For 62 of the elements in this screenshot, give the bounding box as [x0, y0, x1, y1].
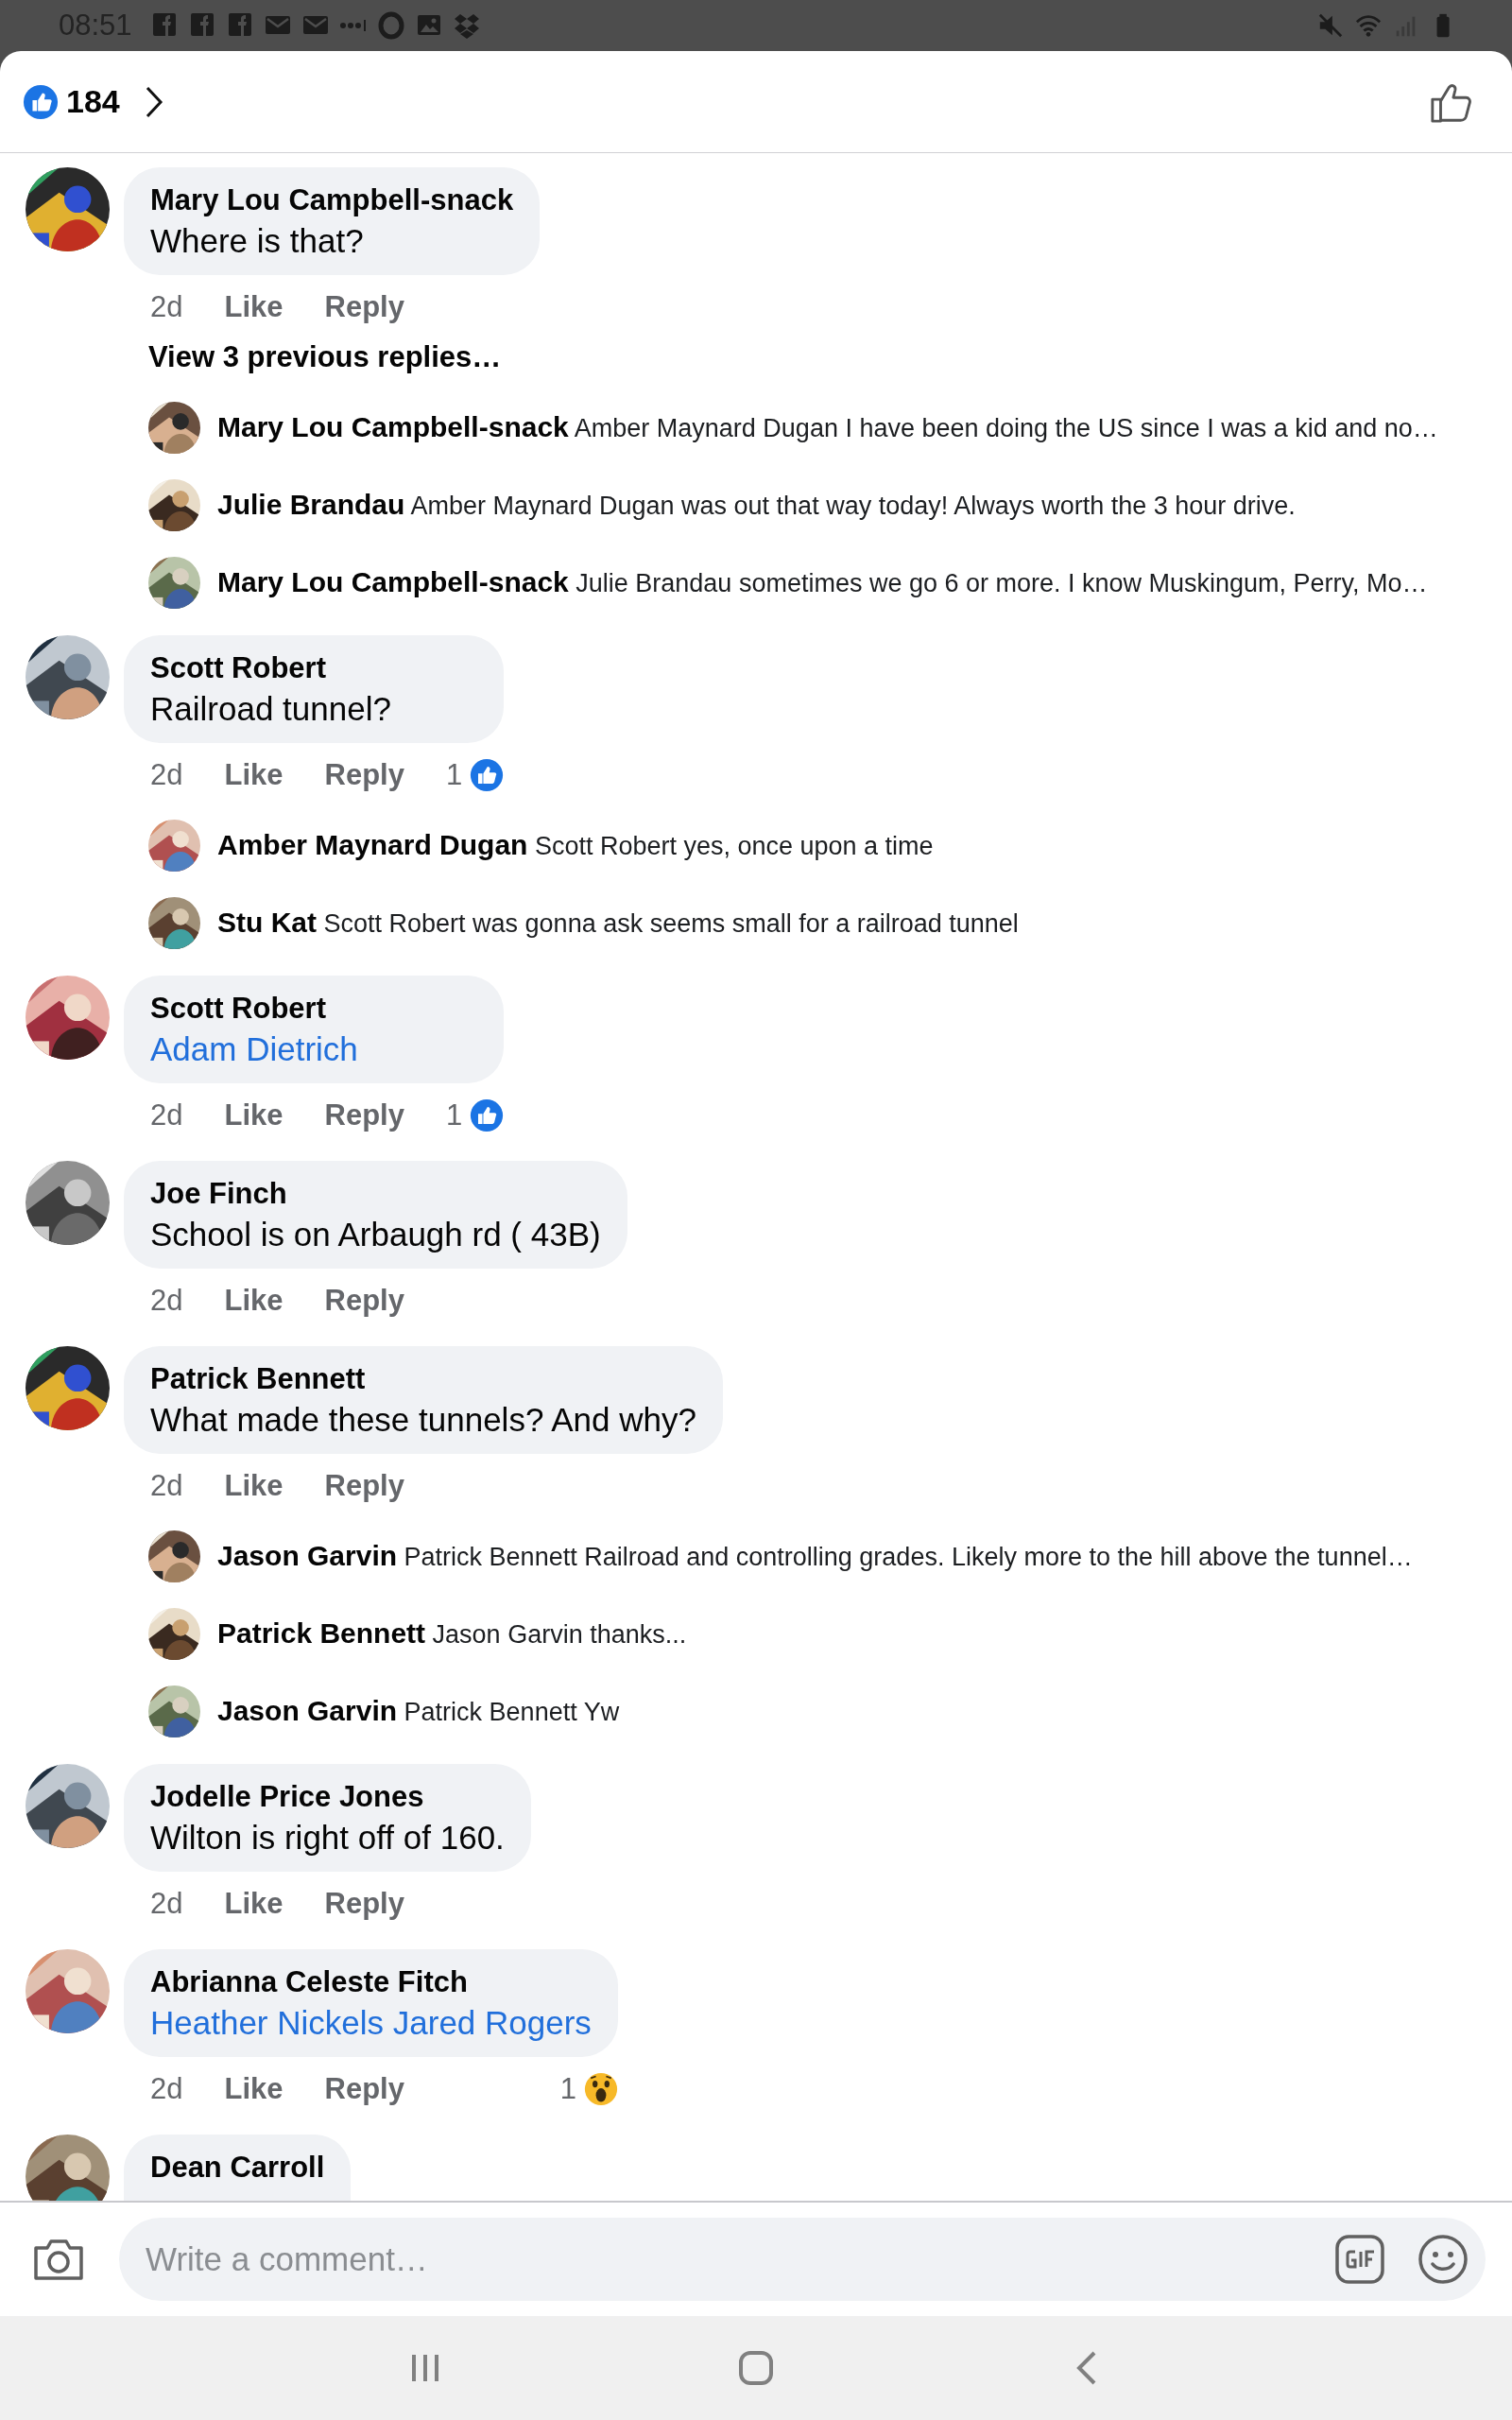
like-link[interactable]: Like — [224, 2072, 284, 2106]
mute-icon — [1317, 11, 1344, 40]
reply-text: Stu Kat Scott Robert was gonna ask seems small for a railroad tunnel — [217, 907, 1019, 939]
reaction-count[interactable]: 184 — [66, 83, 120, 120]
comment-text: Where is that? — [150, 221, 365, 261]
reaction-count: 1 — [445, 1098, 463, 1132]
comment-author[interactable]: Jodelle Price Jones — [150, 1778, 505, 1816]
reply-text: Jason Garvin Patrick Bennett Railroad and controlling grades. Likely more to the hill above the tunnel… — [217, 1540, 1413, 1572]
mention-link[interactable]: Adam Dietrich — [150, 1028, 478, 1071]
like-link[interactable]: Like — [224, 1284, 284, 1318]
like-link[interactable]: Like — [224, 1887, 284, 1921]
comment-text: School is on Arbaugh rd ( 43B) — [150, 1215, 601, 1254]
mention-link[interactable]: Heather Nickels Jared Rogers — [150, 2001, 592, 2045]
ring-icon — [377, 11, 404, 40]
reply-text: Amber Maynard Dugan Scott Robert yes, once upon a time — [217, 829, 934, 861]
comment-author[interactable]: Joe Finch — [150, 1175, 601, 1213]
chevron-right-icon[interactable] — [144, 84, 163, 119]
reply-link[interactable]: Reply — [324, 2072, 404, 2106]
reply-link[interactable]: Reply — [324, 1887, 404, 1921]
comment-time: 2d — [150, 1098, 183, 1132]
comment-author[interactable]: Patrick Bennett — [150, 1360, 696, 1398]
comment-time: 2d — [150, 1469, 183, 1503]
comment-text: What made these tunnels? And why? — [150, 1400, 696, 1440]
like-reaction-icon — [470, 758, 505, 792]
comment-field[interactable]: Write a comment… — [119, 2218, 1486, 2301]
box-stack-icon — [453, 11, 480, 40]
like-link[interactable]: Like — [224, 290, 284, 324]
comment-time: 2d — [150, 2072, 183, 2106]
reply-text: Mary Lou Campbell-snack Amber Maynard Dugan I have been doing the US since I was a kid and no… — [217, 411, 1438, 443]
like-link[interactable]: Like — [224, 758, 284, 792]
reaction-count: 1 — [445, 758, 463, 792]
comment-author[interactable]: Scott Robert — [150, 990, 478, 1028]
reply-link[interactable]: Reply — [324, 1284, 404, 1318]
like-badge-icon — [23, 83, 59, 120]
reply-link[interactable]: Reply — [324, 290, 404, 324]
comment-author[interactable]: Abrianna Celeste Fitch — [150, 1963, 592, 2001]
comment-author[interactable]: Mary Lou Campbell-snack — [150, 182, 514, 219]
comment-text: Railroad tunnel? — [150, 689, 392, 729]
comment-time: 2d — [150, 1887, 183, 1921]
camera-icon[interactable] — [32, 2237, 85, 2282]
home-icon[interactable] — [737, 2349, 775, 2387]
reply-link[interactable]: Reply — [324, 1098, 404, 1132]
reaction-count: 1 — [559, 2072, 576, 2106]
like-link[interactable]: Like — [224, 1469, 284, 1503]
reply-text: Mary Lou Campbell-snack Julie Brandau sometimes we go 6 or more. I know Muskingum, Perry, Mo… — [217, 566, 1428, 598]
emoji-icon[interactable] — [1418, 2234, 1469, 2285]
comment-text: Wilton is right off of 160. — [150, 1818, 505, 1858]
comment-time: 2d — [150, 1284, 183, 1318]
like-link[interactable]: Like — [224, 1098, 284, 1132]
comment-time: 2d — [150, 290, 183, 324]
comment-author[interactable]: Scott Robert — [150, 649, 478, 687]
comment-author[interactable]: Dean Carroll — [150, 2149, 325, 2187]
like-reaction-icon — [470, 1098, 505, 1132]
reply-text: Patrick Bennett Jason Garvin thanks... — [217, 1617, 687, 1650]
comment-time: 2d — [150, 758, 183, 792]
reply-text: Jason Garvin Patrick Bennett Yw — [217, 1695, 620, 1727]
reply-text: Julie Brandau Amber Maynard Dugan was out that way today! Always worth the 3 hour drive. — [217, 489, 1296, 521]
gif-icon[interactable] — [1334, 2234, 1385, 2285]
surprised-emoji-icon — [583, 2072, 618, 2106]
reply-link[interactable]: Reply — [324, 1469, 404, 1503]
reply-link[interactable]: Reply — [324, 758, 404, 792]
view-replies-link[interactable]: View 3 previous replies… — [148, 338, 1512, 376]
